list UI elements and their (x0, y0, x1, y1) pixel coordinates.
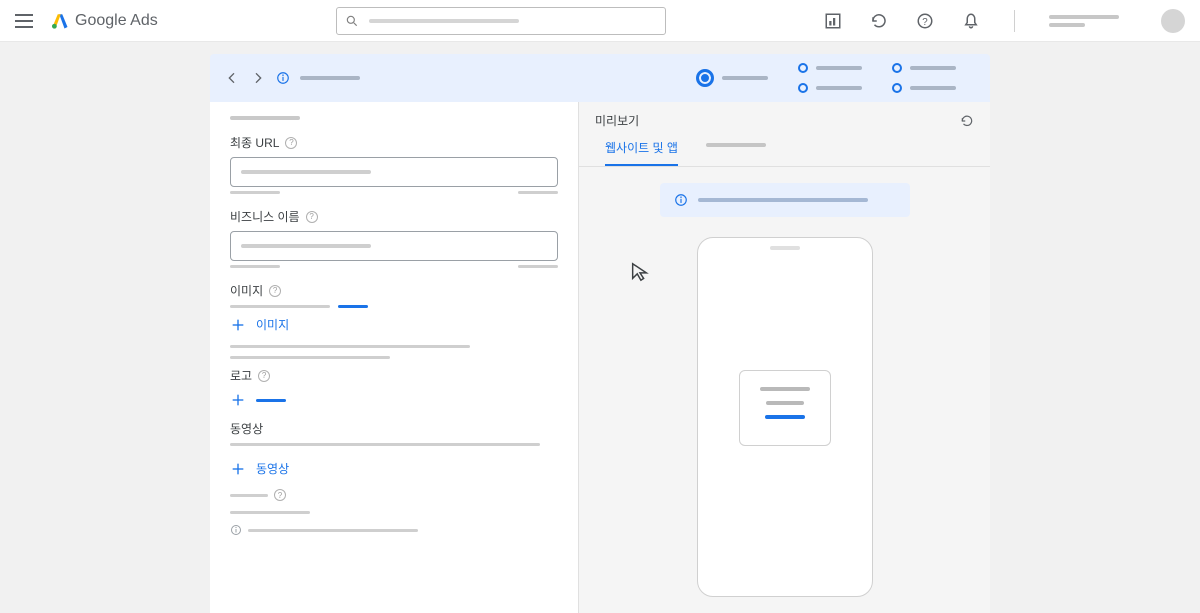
business-name-label: 비즈니스 이름 (230, 208, 300, 225)
info-icon (674, 193, 688, 207)
add-image-button[interactable]: 이미지 (230, 316, 558, 333)
help-icon[interactable]: ? (258, 370, 270, 382)
stepper-bar (210, 54, 990, 102)
final-url-input[interactable] (230, 157, 558, 187)
add-logo-button[interactable] (230, 392, 558, 408)
header-actions: ? (824, 9, 1185, 33)
reports-icon[interactable] (824, 12, 842, 30)
tab-other[interactable] (706, 139, 766, 166)
step-4[interactable] (892, 63, 956, 73)
help-icon[interactable]: ? (274, 489, 286, 501)
plus-icon (230, 461, 246, 477)
info-banner (660, 183, 910, 217)
app-header: Google Ads ? (0, 0, 1200, 42)
menu-icon[interactable] (15, 14, 33, 28)
step-5[interactable] (892, 83, 956, 93)
logo-text: Google Ads (75, 12, 158, 30)
preview-tabs: 웹사이트 및 앱 (579, 129, 990, 167)
info-icon (230, 524, 242, 536)
help-icon[interactable]: ? (916, 12, 934, 30)
step-2[interactable] (798, 63, 862, 73)
google-ads-logo-icon (51, 12, 69, 30)
help-icon[interactable]: ? (285, 137, 297, 149)
add-video-button[interactable]: 동영상 (230, 460, 558, 477)
account-switcher[interactable] (1049, 15, 1119, 27)
notifications-icon[interactable] (962, 12, 980, 30)
business-name-input[interactable] (230, 231, 558, 261)
cursor-icon (629, 261, 651, 283)
preview-panel: 미리보기 웹사이트 및 앱 (578, 102, 990, 613)
form-panel: 최종 URL ? 비즈니스 이름 ? 이미지 ? (210, 102, 578, 613)
help-icon[interactable]: ? (306, 211, 318, 223)
logo-label: 로고 (230, 367, 252, 384)
step-3[interactable] (798, 83, 862, 93)
video-label: 동영상 (230, 420, 263, 437)
main-content: 최종 URL ? 비즈니스 이름 ? 이미지 ? (210, 54, 990, 613)
phone-preview (697, 237, 873, 597)
app-logo[interactable]: Google Ads (51, 12, 158, 30)
image-label: 이미지 (230, 282, 263, 299)
breadcrumb (300, 76, 360, 80)
back-icon[interactable] (224, 70, 240, 86)
forward-icon[interactable] (250, 70, 266, 86)
search-icon (345, 14, 359, 28)
svg-text:?: ? (922, 16, 928, 27)
help-icon[interactable]: ? (269, 285, 281, 297)
refresh-icon[interactable] (960, 114, 974, 128)
avatar[interactable] (1161, 9, 1185, 33)
tab-website-app[interactable]: 웹사이트 및 앱 (605, 139, 678, 166)
ad-preview-card (739, 370, 831, 446)
final-url-label: 최종 URL (230, 134, 279, 151)
plus-icon (230, 317, 246, 333)
plus-icon (230, 392, 246, 408)
refresh-icon[interactable] (870, 12, 888, 30)
search-input[interactable] (336, 7, 666, 35)
preview-title: 미리보기 (595, 112, 639, 129)
info-icon[interactable] (276, 71, 290, 85)
step-current[interactable] (696, 63, 768, 93)
